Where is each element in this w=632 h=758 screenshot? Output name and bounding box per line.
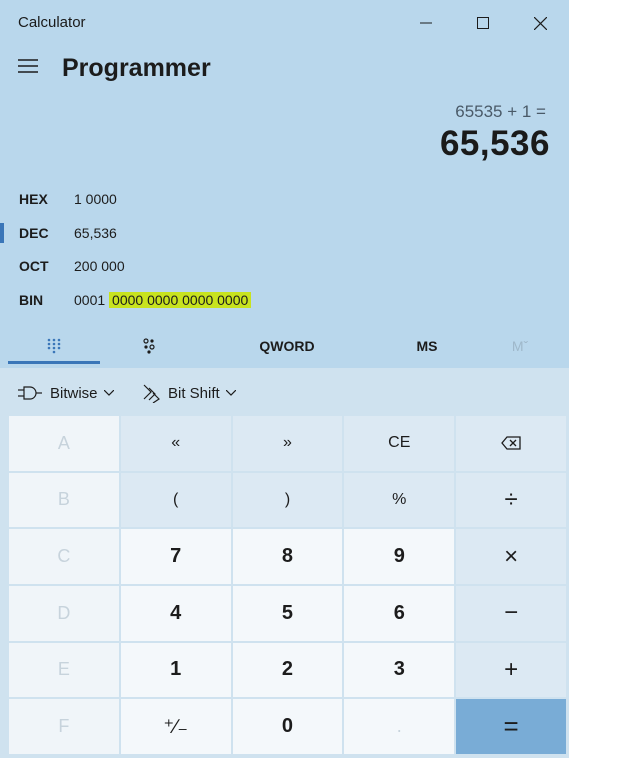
key-2[interactable]: 2 [232,642,343,698]
radix-value: 0001 0000 0000 0000 0000 [74,292,252,308]
memory-list-button[interactable]: Mˇ [490,328,550,364]
key-right-shift[interactable]: » [232,416,343,471]
bin-value-plain: 0001 [74,292,106,308]
bitshift-label: Bit Shift [168,384,220,402]
minimize-icon [420,22,432,24]
key-e[interactable]: E [9,642,119,698]
key-left-shift[interactable]: « [120,416,231,471]
tab-selected-indicator [8,361,100,364]
close-button[interactable] [520,6,560,40]
radix-row-oct[interactable]: OCT 200 000 [0,254,569,280]
key-open-paren[interactable]: ( [120,472,231,528]
window-title: Calculator [18,14,86,31]
key-multiply[interactable]: × [456,529,566,584]
key-9[interactable]: 9 [344,529,455,584]
key-0[interactable]: 0 [232,699,343,754]
operations-row: Bitwise Bit Shift [0,378,569,408]
key-close-paren[interactable]: ) [232,472,343,528]
key-7[interactable]: 7 [120,529,231,584]
calculator-window: Calculator Programmer 65535 + 1 = 65,536… [0,0,569,758]
radix-row-dec[interactable]: DEC 65,536 [0,221,569,247]
key-backspace[interactable] [456,416,566,471]
key-b[interactable]: B [9,472,119,528]
radix-value: 65,536 [74,225,117,241]
key-1[interactable]: 1 [120,642,231,698]
memory-store-button[interactable]: MS [392,328,462,364]
key-add[interactable]: + [456,642,566,698]
maximize-icon [477,17,489,29]
bitwise-label: Bitwise [50,384,98,402]
page-title: Programmer [62,54,211,82]
key-c[interactable]: C [9,529,119,584]
key-5[interactable]: 5 [232,586,343,641]
radix-value: 1 0000 [74,191,117,207]
keypad: A « » CE B ( ) % ÷ C 7 8 9 × D 4 5 6 − E… [9,416,566,754]
expression-display: 65535 + 1 = [455,102,546,121]
key-divide[interactable]: ÷ [456,472,566,528]
word-size-button[interactable]: QWORD [232,328,342,364]
logic-gate-icon [18,386,42,400]
key-6[interactable]: 6 [344,586,455,641]
bit-toggle-icon [143,338,155,354]
chevron-down-icon [225,390,236,396]
keypad-grid-icon [47,338,61,354]
bitwise-dropdown[interactable]: Bitwise [18,378,114,408]
menu-button[interactable] [18,58,40,78]
bitshift-dropdown[interactable]: Bit Shift [142,378,236,408]
key-modulo[interactable]: % [344,472,455,528]
bin-value-highlighted: 0000 0000 0000 0000 [109,292,252,308]
radix-label: BIN [19,292,44,308]
key-f[interactable]: F [9,699,119,754]
bit-shift-icon [143,384,160,403]
keypad-tab-row: QWORD MS Mˇ [0,328,569,366]
hamburger-icon [18,59,38,73]
key-a[interactable]: A [9,416,119,471]
key-equals[interactable]: = [456,699,566,754]
radix-label: OCT [19,258,49,274]
key-3[interactable]: 3 [344,642,455,698]
radix-row-bin[interactable]: BIN 0001 0000 0000 0000 0000 [0,288,569,314]
close-icon [533,16,547,30]
key-clear-entry[interactable]: CE [344,416,455,471]
radix-row-hex[interactable]: HEX 1 0000 [0,187,569,213]
key-4[interactable]: 4 [120,586,231,641]
tab-bit-toggling[interactable] [106,328,192,364]
key-decimal[interactable]: . [344,699,455,754]
radix-value: 200 000 [74,258,125,274]
key-subtract[interactable]: − [456,586,566,641]
active-radix-indicator [0,223,4,243]
radix-label: DEC [19,225,49,241]
result-display: 65,536 [439,124,550,163]
key-d[interactable]: D [9,586,119,641]
maximize-button[interactable] [463,6,503,40]
backspace-icon [501,436,521,450]
minimize-button[interactable] [406,6,446,40]
key-negate[interactable]: ⁺∕₋ [120,699,231,754]
chevron-down-icon [103,390,114,396]
tab-full-keypad[interactable] [8,328,100,364]
key-8[interactable]: 8 [232,529,343,584]
radix-label: HEX [19,191,48,207]
